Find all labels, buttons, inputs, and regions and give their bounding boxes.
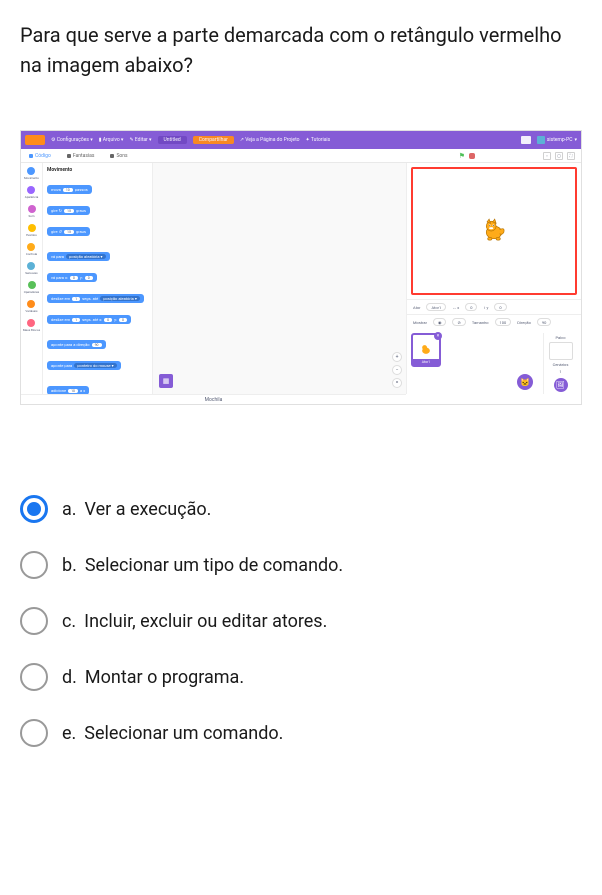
user-menu[interactable]: sistemp-PC ▾ (537, 136, 577, 144)
radio-c[interactable] (20, 607, 48, 635)
cat-eventos[interactable]: Eventos (26, 224, 37, 237)
tab-sounds[interactable]: Sons (102, 153, 135, 159)
option-c-text: Incluir, excluir ou editar atores. (84, 611, 327, 632)
cat-variaveis[interactable]: Variáveis (25, 300, 37, 313)
menu-settings[interactable]: ⚙ Configurações ▾ (51, 137, 93, 143)
option-c[interactable]: c. Incluir, excluir ou editar atores. (20, 607, 582, 635)
option-d[interactable]: d. Montar o programa. (20, 663, 582, 691)
option-d-text: Montar o programa. (85, 667, 244, 688)
zoom-out-button[interactable]: − (392, 365, 402, 375)
folder-icon[interactable] (521, 136, 531, 144)
cat-operadores[interactable]: Operadores (24, 281, 39, 294)
stage-thumbnail-panel: Palco Cenários 1 🖼 (543, 333, 577, 394)
scratch-topbar: ⚙ Configurações ▾ ▮ Arquivo ▾ ✎ Editar ▾… (21, 131, 581, 149)
scratch-cat-sprite (480, 217, 508, 245)
show-button[interactable]: ◉ (433, 318, 447, 326)
option-c-letter: c. (62, 611, 76, 632)
block-glide-xy[interactable]: deslize em1segs. até x:0y:0 (47, 315, 131, 324)
option-b-text: Selecionar um tipo de comando. (85, 555, 343, 576)
block-goto-xy[interactable]: vá para x:0y:0 (47, 273, 97, 282)
cat-meus-blocos[interactable]: Meus Blocos (23, 319, 40, 332)
add-extension-button[interactable]: ▦ (159, 374, 173, 388)
stage-thumbnail[interactable] (549, 342, 573, 360)
backpack-bar[interactable]: Mochila (21, 394, 406, 404)
cat-sensores[interactable]: Sensores (25, 262, 37, 275)
sprite-info-row2: Mostrar ◉ ⊘ Tamanho100 Direção90 (407, 314, 581, 329)
scratch-screenshot: ⚙ Configurações ▾ ▮ Arquivo ▾ ✎ Editar ▾… (20, 130, 582, 405)
option-e-text: Selecionar um comando. (84, 723, 283, 744)
fullscreen-button[interactable]: ⛶ (567, 152, 575, 160)
stage-large-button[interactable]: ◻ (555, 152, 563, 160)
radio-a[interactable] (20, 495, 48, 523)
zoom-reset-button[interactable]: = (392, 378, 402, 388)
block-goto-random[interactable]: vá paraposição aleatória ▾ (47, 252, 110, 261)
project-page-link[interactable]: ↗ Veja a Página do Projeto (240, 137, 300, 143)
answer-options: a. Ver a execução. b. Selecionar um tipo d… (20, 495, 582, 747)
radio-b[interactable] (20, 551, 48, 579)
cat-aparencia[interactable]: Aparência (25, 186, 38, 199)
category-strip: Movimento Aparência Som Eventos Controle… (21, 163, 43, 394)
block-turn-ccw[interactable]: gire ↺15graus (47, 227, 90, 236)
option-e-letter: e. (62, 723, 76, 744)
stage-area (411, 167, 577, 295)
scratch-logo (25, 135, 45, 145)
stage-small-button[interactable]: ▫ (543, 152, 551, 160)
delete-sprite-icon[interactable]: × (434, 332, 442, 340)
size-input[interactable]: 100 (495, 318, 512, 326)
option-b[interactable]: b. Selecionar um tipo de comando. (20, 551, 582, 579)
project-title[interactable]: Untitled (158, 136, 187, 144)
sprite-info-row1: Ator Ator1 ↔ x0 ↕ y0 (407, 299, 581, 314)
block-glide-to[interactable]: deslize em1segs. atéposição aleatória ▾ (47, 294, 144, 303)
direction-input[interactable]: 90 (537, 318, 552, 326)
editor-content: Movimento Aparência Som Eventos Controle… (21, 163, 581, 394)
option-b-letter: b. (62, 555, 77, 576)
question-text: Para que serve a parte demarcada com o r… (20, 20, 582, 80)
option-a-text: Ver a execução. (85, 499, 212, 520)
option-e[interactable]: e. Selecionar um comando. (20, 719, 582, 747)
radio-e[interactable] (20, 719, 48, 747)
cat-som[interactable]: Som (28, 205, 36, 218)
cat-controle[interactable]: Controle (26, 243, 37, 256)
cat-movimento[interactable]: Movimento (24, 167, 39, 180)
sprite-list: × Ator1 🐱 Palco Cenários 1 (407, 329, 581, 398)
option-a[interactable]: a. Ver a execução. (20, 495, 582, 523)
scripts-canvas[interactable]: ▦ + − = (153, 163, 406, 394)
stage-panel: Ator Ator1 ↔ x0 ↕ y0 Mostrar ◉ ⊘ Tamanho… (406, 163, 581, 394)
palette-title: Movimento (47, 167, 148, 173)
editor-tabs: Código Fantasias Sons ⚑ ▫ ◻ ⛶ (21, 149, 581, 163)
zoom-in-button[interactable]: + (392, 352, 402, 362)
menu-file[interactable]: ▮ Arquivo ▾ (99, 137, 124, 143)
tutorials-button[interactable]: ✦ Tutoriais (306, 137, 331, 143)
block-palette: Movimento mova10passos gire ↻15graus gir… (43, 163, 153, 394)
option-a-letter: a. (62, 499, 77, 520)
radio-d[interactable] (20, 663, 48, 691)
sprite-name-input[interactable]: Ator1 (426, 303, 446, 311)
stop-icon[interactable] (469, 153, 475, 159)
avatar-icon (537, 136, 545, 144)
menu-edit[interactable]: ✎ Editar ▾ (129, 137, 151, 143)
share-button[interactable]: Compartilhar (193, 136, 234, 144)
sprite-x-input[interactable]: 0 (465, 303, 477, 311)
tab-code[interactable]: Código (21, 153, 59, 159)
hide-button[interactable]: ⊘ (452, 318, 465, 326)
sprite-thumbnail[interactable]: × Ator1 (411, 333, 441, 367)
block-point-dir[interactable]: aponte para a direção90 (47, 340, 106, 349)
add-backdrop-button[interactable]: 🖼 (554, 378, 568, 392)
block-point-towards[interactable]: aponte paraponteiro do mouse ▾ (47, 361, 121, 370)
option-d-letter: d. (62, 667, 77, 688)
block-turn-cw[interactable]: gire ↻15graus (47, 206, 90, 215)
tab-costumes[interactable]: Fantasias (59, 153, 103, 159)
add-sprite-button[interactable]: 🐱 (517, 374, 533, 390)
block-move[interactable]: mova10passos (47, 185, 92, 194)
sprite-y-input[interactable]: 0 (494, 303, 506, 311)
green-flag-icon[interactable]: ⚑ (459, 152, 465, 160)
